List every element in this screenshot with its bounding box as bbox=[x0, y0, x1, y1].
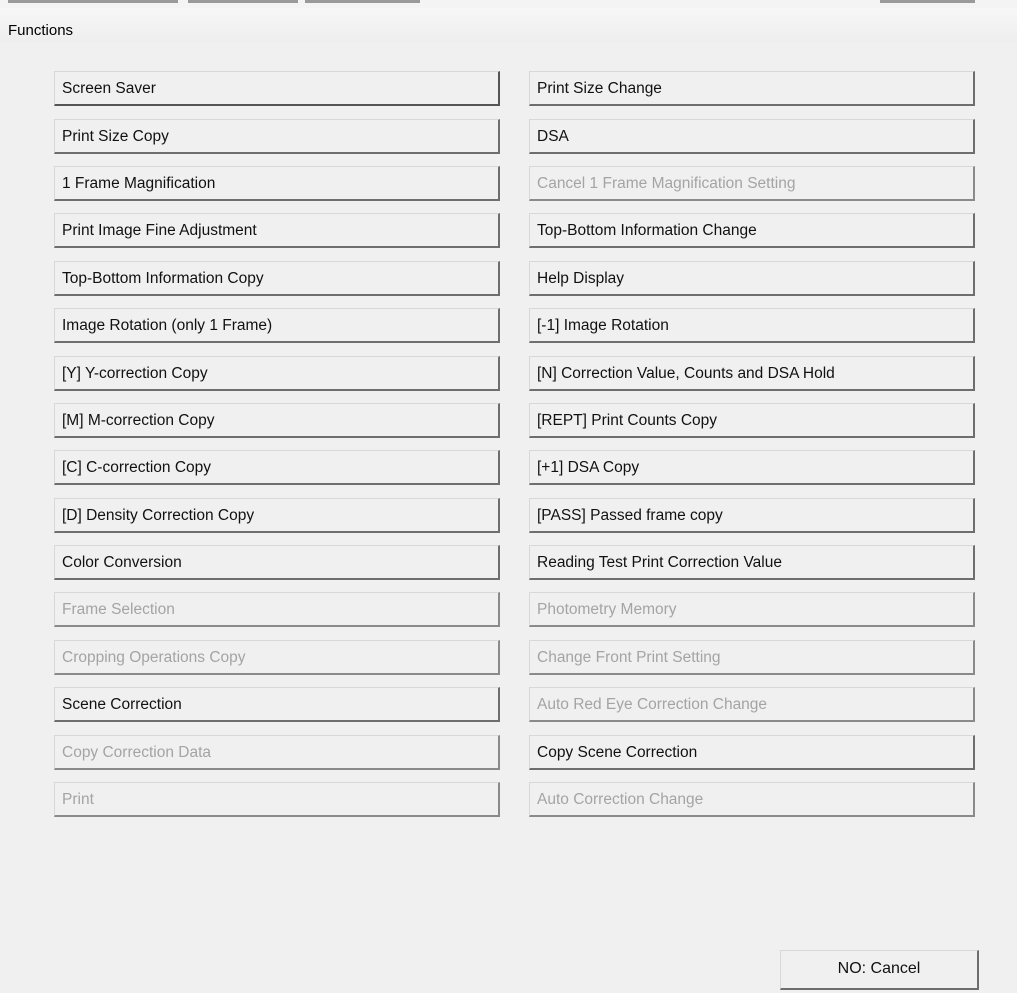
cancel-button[interactable]: NO: Cancel bbox=[780, 950, 979, 990]
correction-value-counts-dsa-hold-button[interactable]: [N] Correction Value, Counts and DSA Hol… bbox=[529, 356, 975, 391]
y-correction-copy-button[interactable]: [Y] Y-correction Copy bbox=[54, 356, 500, 391]
image-rotation-button[interactable]: Image Rotation (only 1 Frame) bbox=[54, 308, 500, 343]
print-button[interactable]: Print bbox=[54, 782, 500, 817]
help-display-button[interactable]: Help Display bbox=[529, 261, 975, 296]
scene-correction-button[interactable]: Scene Correction bbox=[54, 687, 500, 722]
top-edge-fragment bbox=[188, 0, 298, 3]
cropping-operations-copy-button[interactable]: Cropping Operations Copy bbox=[54, 640, 500, 675]
auto-red-eye-correction-change-button[interactable]: Auto Red Eye Correction Change bbox=[529, 687, 975, 722]
passed-frame-copy-button[interactable]: [PASS] Passed frame copy bbox=[529, 498, 975, 533]
color-conversion-button[interactable]: Color Conversion bbox=[54, 545, 500, 580]
m-correction-copy-button[interactable]: [M] M-correction Copy bbox=[54, 403, 500, 438]
reading-test-print-correction-value-button[interactable]: Reading Test Print Correction Value bbox=[529, 545, 975, 580]
window-title: Functions bbox=[8, 22, 74, 39]
print-image-fine-adjustment-button[interactable]: Print Image Fine Adjustment bbox=[54, 213, 500, 248]
top-edge-fragment bbox=[880, 0, 975, 3]
auto-correction-change-button[interactable]: Auto Correction Change bbox=[529, 782, 975, 817]
title-bar: Functions bbox=[0, 8, 1017, 42]
dsa-button[interactable]: DSA bbox=[529, 119, 975, 154]
print-size-change-button[interactable]: Print Size Change bbox=[529, 71, 975, 106]
top-bottom-information-copy-button[interactable]: Top-Bottom Information Copy bbox=[54, 261, 500, 296]
one-frame-magnification-button[interactable]: 1 Frame Magnification bbox=[54, 166, 500, 201]
print-counts-copy-button[interactable]: [REPT] Print Counts Copy bbox=[529, 403, 975, 438]
copy-scene-correction-button[interactable]: Copy Scene Correction bbox=[529, 735, 975, 770]
top-edge-fragment bbox=[305, 0, 420, 3]
change-front-print-setting-button[interactable]: Change Front Print Setting bbox=[529, 640, 975, 675]
screen-saver-button[interactable]: Screen Saver bbox=[54, 71, 500, 106]
copy-correction-data-button[interactable]: Copy Correction Data bbox=[54, 735, 500, 770]
plus-one-dsa-copy-button[interactable]: [+1] DSA Copy bbox=[529, 450, 975, 485]
density-correction-copy-button[interactable]: [D] Density Correction Copy bbox=[54, 498, 500, 533]
frame-selection-button[interactable]: Frame Selection bbox=[54, 592, 500, 627]
top-edge-fragment bbox=[8, 0, 178, 3]
cancel-one-frame-magnification-button[interactable]: Cancel 1 Frame Magnification Setting bbox=[529, 166, 975, 201]
top-bottom-information-change-button[interactable]: Top-Bottom Information Change bbox=[529, 213, 975, 248]
photometry-memory-button[interactable]: Photometry Memory bbox=[529, 592, 975, 627]
minus-one-image-rotation-button[interactable]: [-1] Image Rotation bbox=[529, 308, 975, 343]
c-correction-copy-button[interactable]: [C] C-correction Copy bbox=[54, 450, 500, 485]
print-size-copy-button[interactable]: Print Size Copy bbox=[54, 119, 500, 154]
